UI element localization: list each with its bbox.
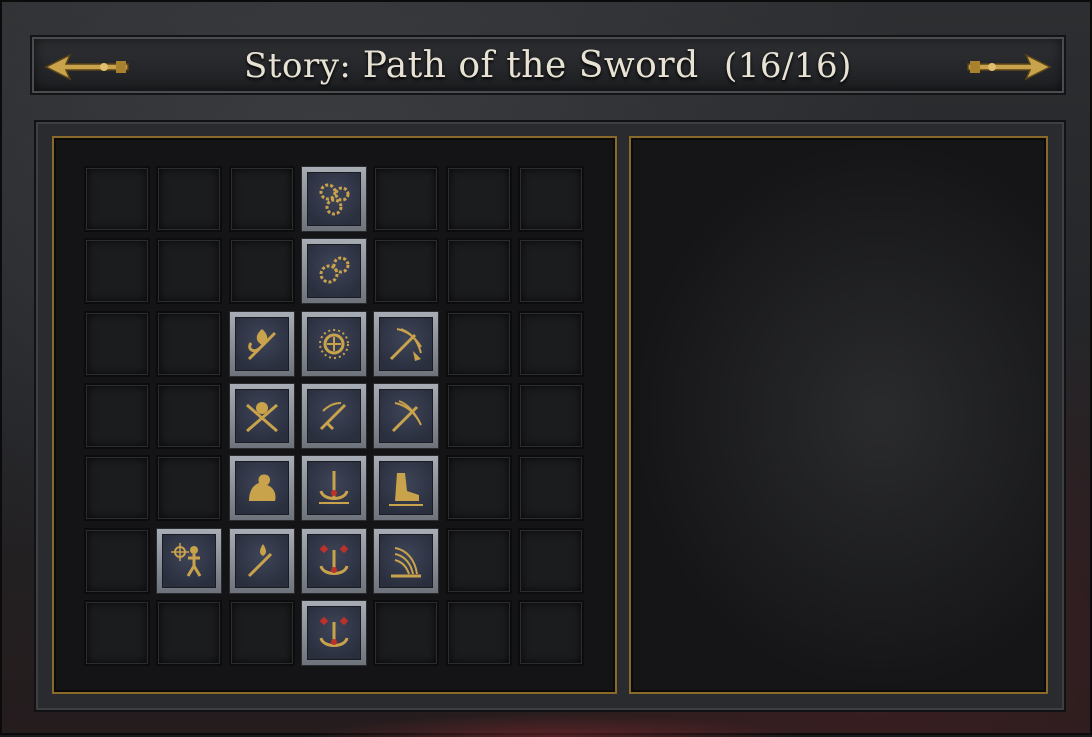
empty-slot — [445, 166, 512, 232]
empty-slot — [84, 599, 150, 666]
skill-node-face — [379, 533, 434, 588]
skill-node[interactable] — [228, 455, 295, 522]
skill-node[interactable] — [373, 382, 440, 449]
skill-node[interactable] — [300, 527, 367, 594]
sword-slash-icon — [392, 399, 423, 432]
sword-strike-icon — [319, 401, 346, 430]
empty-slot — [445, 238, 512, 305]
empty-slot — [373, 238, 440, 305]
skill-node-face — [306, 244, 361, 299]
empty-slot — [445, 382, 512, 449]
empty-slot — [517, 310, 584, 377]
title-main: Path of the Sword — [362, 45, 699, 86]
empty-slot — [228, 166, 295, 232]
double-gear-icon — [319, 256, 350, 284]
empty-slot — [373, 166, 440, 232]
anchor-red-gems-icon — [319, 616, 349, 647]
gears-cluster-icon — [319, 183, 350, 216]
skill-node[interactable] — [300, 382, 367, 449]
skill-node[interactable] — [300, 238, 367, 305]
progress-count: (16/16) — [723, 46, 852, 86]
empty-slot — [84, 455, 150, 522]
figure-sunburst-icon — [171, 542, 202, 577]
skill-node[interactable] — [373, 310, 440, 377]
fleur-de-lis-sword-icon — [247, 328, 276, 360]
next-arrow-icon[interactable] — [964, 49, 1054, 85]
empty-slot — [445, 455, 512, 522]
sword-anchor-icon — [318, 471, 349, 505]
boot-stride-icon — [389, 473, 424, 507]
skill-node[interactable] — [156, 527, 223, 594]
skill-node[interactable] — [228, 310, 295, 377]
empty-slot — [84, 310, 150, 377]
skill-node-face — [306, 605, 361, 660]
title-prefix: Story: — [244, 46, 352, 86]
empty-slot — [517, 527, 584, 594]
skill-grid-panel — [52, 136, 617, 694]
empty-slot — [228, 238, 295, 305]
empty-slot — [156, 455, 223, 522]
skull-crossed-swords-icon — [245, 401, 278, 433]
detail-panel — [629, 136, 1048, 694]
skill-node-face — [379, 316, 434, 371]
empty-slot — [517, 382, 584, 449]
skill-node[interactable] — [300, 599, 367, 666]
skill-node-face — [162, 533, 217, 588]
empty-slot — [445, 599, 512, 666]
skill-node[interactable] — [228, 382, 295, 449]
empty-slot — [517, 455, 584, 522]
skill-node-face — [234, 316, 289, 371]
empty-slot — [373, 599, 440, 666]
flexed-arm-icon — [248, 474, 276, 502]
empty-slot — [84, 382, 150, 449]
skill-node-face — [379, 461, 434, 516]
skill-node[interactable] — [373, 527, 440, 594]
skill-node-face — [234, 533, 289, 588]
empty-slot — [517, 599, 584, 666]
sword-slash-gauntlet-icon — [390, 327, 423, 361]
skill-node-face — [306, 533, 361, 588]
skill-node[interactable] — [373, 455, 440, 522]
empty-slot — [517, 238, 584, 305]
empty-slot — [156, 310, 223, 377]
skill-node-face — [234, 388, 289, 443]
skill-node-face — [306, 172, 361, 226]
empty-slot — [84, 527, 150, 594]
skill-node[interactable] — [300, 166, 367, 232]
sun-gear-icon — [318, 328, 349, 359]
empty-slot — [156, 166, 223, 232]
skill-node[interactable] — [228, 527, 295, 594]
empty-slot — [228, 599, 295, 666]
empty-slot — [517, 166, 584, 232]
skill-node-face — [234, 461, 289, 516]
skill-node-face — [306, 316, 361, 371]
empty-slot — [445, 527, 512, 594]
empty-slot — [156, 599, 223, 666]
skill-node-face — [306, 461, 361, 516]
sword-drop-icon — [247, 543, 272, 577]
empty-slot — [156, 382, 223, 449]
anchor-red-gems-icon — [319, 544, 349, 575]
page-title: Story: Path of the Sword (16/16) — [32, 45, 1064, 86]
empty-slot — [156, 238, 223, 305]
skill-node-face — [306, 388, 361, 443]
skill-node-face — [379, 388, 434, 443]
empty-slot — [84, 238, 150, 305]
sweeping-arc-icon — [391, 546, 422, 577]
skill-node[interactable] — [300, 310, 367, 377]
empty-slot — [84, 166, 150, 232]
empty-slot — [445, 310, 512, 377]
bottom-glow — [302, 714, 802, 737]
story-window: Story: Path of the Sword (16/16) — [0, 0, 1092, 737]
title-bar: Story: Path of the Sword (16/16) — [30, 35, 1066, 95]
skill-node[interactable] — [300, 455, 367, 522]
